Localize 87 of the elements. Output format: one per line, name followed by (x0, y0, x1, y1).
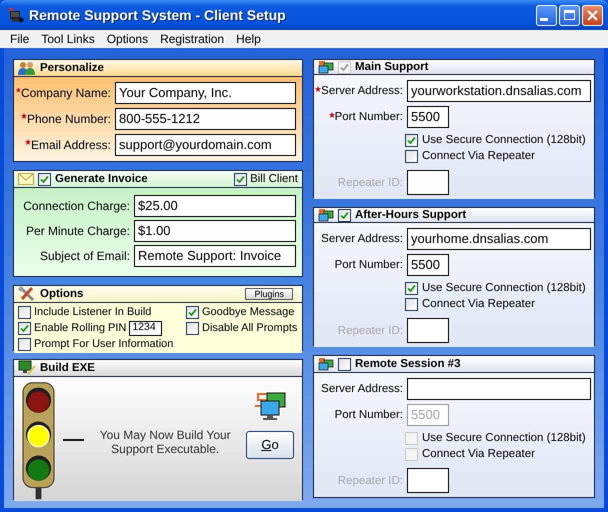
checkbox-label: Prompt For User Information (34, 338, 174, 350)
checkbox[interactable] (18, 322, 31, 334)
panel-title: After-Hours Support (355, 209, 468, 221)
envelope-icon (18, 173, 34, 185)
menu-item[interactable]: File (4, 32, 36, 46)
input-field[interactable]: 5500 (407, 106, 449, 128)
field-label: Repeater ID: (338, 324, 403, 336)
checkbox[interactable] (338, 358, 351, 370)
panel-title: Remote Session #3 (355, 358, 462, 370)
input-field[interactable]: 1234 (129, 320, 162, 336)
field-label: Server Address: (321, 233, 403, 245)
input-field[interactable]: $25.00 (134, 195, 296, 217)
checkbox-label: Goodbye Message (202, 306, 294, 318)
menu-item[interactable]: Help (230, 32, 267, 46)
window-title: Remote Support System - Client Setup (29, 7, 287, 23)
server-icon (253, 390, 287, 420)
checkbox[interactable] (338, 208, 351, 222)
checkbox[interactable] (405, 134, 418, 146)
monitor-icon (18, 360, 36, 376)
input-field[interactable] (407, 318, 449, 343)
checkbox-label: Connect Via Repeater (422, 298, 535, 310)
checkbox[interactable] (405, 298, 418, 310)
status-message: You May Now Build Your Support Executable. (98, 428, 232, 456)
close-button[interactable] (582, 4, 603, 26)
tools-icon (18, 286, 36, 302)
panel-title: Main Support (355, 61, 430, 73)
field-label: Subject of Email: (40, 249, 130, 263)
checkbox-label: Connect Via Repeater (422, 150, 535, 162)
input-field[interactable]: Remote Support: Invoice (134, 245, 296, 267)
checkbox-label: Use Secure Connection (128bit) (422, 134, 586, 146)
network-icon (318, 208, 334, 222)
checkbox[interactable] (186, 306, 199, 318)
network-icon (318, 357, 334, 371)
panel-title: Generate Invoice (55, 173, 149, 185)
input-field[interactable]: $1.00 (134, 220, 296, 242)
input-field[interactable]: 800-555-1212 (115, 108, 296, 130)
checkbox[interactable] (18, 338, 31, 350)
field-label: Port Number: (334, 259, 403, 271)
input-field[interactable]: Your Company, Inc. (115, 82, 296, 104)
field-label: Port Number: (334, 111, 403, 123)
input-field[interactable] (407, 378, 591, 400)
checkbox-label: Disable All Prompts (202, 322, 298, 334)
checkbox-label: Connect Via Repeater (422, 448, 535, 460)
input-field[interactable] (407, 170, 449, 195)
checkbox[interactable] (38, 172, 51, 186)
field-label: Server Address: (321, 383, 403, 395)
checkbox[interactable] (405, 150, 418, 162)
field-label: Per Minute Charge: (26, 224, 130, 238)
dash-icon (63, 438, 84, 440)
panel-title: Build EXE (40, 362, 96, 374)
go-button[interactable]: Go (246, 430, 294, 458)
input-field[interactable]: yourhome.dnsalias.com (407, 228, 591, 250)
network-icon (318, 60, 334, 74)
checkbox-label: Use Secure Connection (128bit) (422, 432, 586, 444)
field-label: Port Number: (334, 409, 403, 421)
menu-item[interactable]: Options (100, 32, 154, 46)
maximize-button[interactable] (559, 4, 580, 26)
panel-title: Personalize (40, 62, 105, 74)
computer-icon (8, 7, 24, 23)
menu-item[interactable]: Tool Links (35, 32, 101, 46)
field-label: Repeater ID: (338, 176, 403, 188)
checkbox-label: Enable Rolling PIN (34, 322, 126, 334)
minimize-icon (540, 18, 548, 21)
input-field[interactable]: yourworkstation.dnsalias.com (407, 80, 591, 102)
input-field[interactable]: 5500 (407, 254, 449, 276)
panel-title: Options (40, 288, 84, 300)
checkbox[interactable] (186, 322, 199, 334)
input-field[interactable] (407, 468, 449, 493)
checkbox-label: Bill Client (250, 173, 298, 185)
close-icon (587, 10, 598, 20)
menu-item[interactable]: Registration (154, 32, 230, 46)
checkbox[interactable] (405, 282, 418, 294)
checkbox[interactable] (234, 172, 248, 186)
checkbox-label: Include Listener In Build (34, 306, 152, 318)
plugins-button[interactable]: Plugins (245, 288, 293, 300)
minimize-button[interactable] (536, 4, 557, 26)
field-label: Connection Charge: (23, 199, 130, 213)
input-field[interactable]: support@yourdomain.com (115, 134, 296, 156)
checkbox-label: Use Secure Connection (128bit) (422, 282, 586, 294)
checkbox[interactable] (18, 306, 31, 318)
maximize-icon (564, 10, 575, 20)
field-label: Repeater ID: (338, 474, 403, 486)
field-label: Phone Number: (26, 112, 111, 126)
field-label: Email Address: (30, 138, 111, 152)
field-label: Server Address: (321, 85, 403, 97)
field-label: Company Name: (20, 86, 111, 100)
people-icon (18, 61, 36, 75)
